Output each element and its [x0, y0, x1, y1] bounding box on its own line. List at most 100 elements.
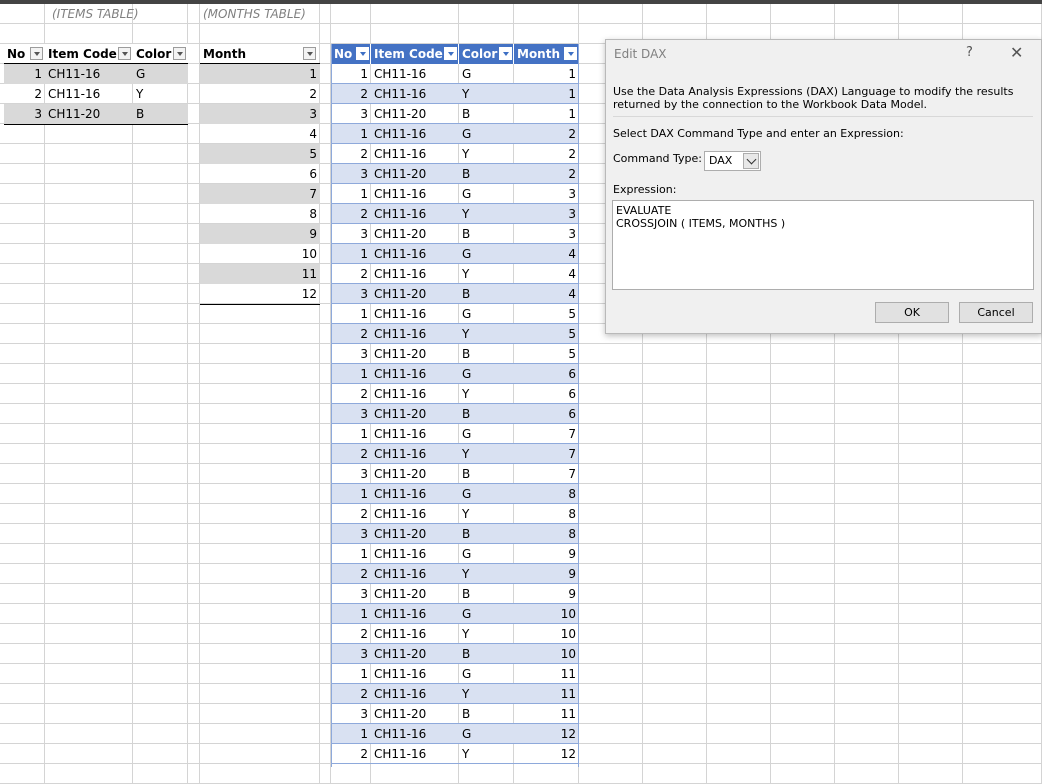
filter-dropdown-icon[interactable]	[303, 47, 316, 60]
grid-cell	[707, 744, 771, 764]
grid-cell	[579, 344, 643, 364]
grid-cell	[45, 224, 133, 244]
grid-cell	[963, 604, 1042, 624]
chevron-down-icon[interactable]	[743, 153, 759, 169]
grid-cell	[835, 404, 899, 424]
grid-cell	[643, 764, 707, 784]
result-code-cell: CH11-16	[374, 327, 427, 341]
close-icon[interactable]: ✕	[1010, 43, 1023, 62]
expression-textarea[interactable]: EVALUATE CROSSJOIN ( ITEMS, MONTHS )	[612, 200, 1034, 290]
grid-cell	[188, 244, 200, 264]
grid-cell	[0, 644, 45, 664]
items-no-cell: 2	[34, 87, 42, 101]
grid-cell	[188, 684, 200, 704]
grid-cell	[200, 664, 320, 684]
grid-cell	[188, 584, 200, 604]
command-type-select[interactable]: DAX	[704, 151, 761, 171]
months-value-cell: 6	[309, 167, 317, 181]
result-color-cell: G	[462, 727, 472, 741]
grid-cell	[320, 764, 331, 784]
grid-cell	[320, 584, 331, 604]
filter-dropdown-icon[interactable]	[30, 47, 43, 60]
result-color-cell: Y	[462, 627, 470, 641]
grid-cell	[579, 744, 643, 764]
grid-cell	[579, 4, 643, 24]
grid-cell	[899, 384, 963, 404]
filter-dropdown-icon[interactable]	[564, 47, 577, 60]
grid-cell	[579, 644, 643, 664]
grid-cell	[331, 4, 371, 24]
grid-cell	[579, 444, 643, 464]
filter-dropdown-icon[interactable]	[173, 47, 186, 60]
months-bottom-border	[200, 304, 320, 305]
help-icon[interactable]: ?	[966, 45, 973, 60]
grid-cell	[643, 344, 707, 364]
result-month-cell: 11	[560, 687, 576, 701]
grid-cell	[188, 64, 200, 84]
filter-dropdown-icon[interactable]	[499, 47, 512, 60]
result-month-cell: 6	[568, 367, 576, 381]
result-code-cell: CH11-20	[374, 647, 427, 661]
result-code-cell: CH11-20	[374, 347, 427, 361]
grid-cell	[188, 384, 200, 404]
result-no-cell: 1	[360, 487, 368, 501]
months-value-cell: 9	[309, 227, 317, 241]
grid-cell	[320, 544, 331, 564]
result-month-cell: 3	[568, 227, 576, 241]
grid-cell	[643, 484, 707, 504]
grid-cell	[579, 724, 643, 744]
result-code-cell: CH11-20	[374, 407, 427, 421]
months-header-cell: Month	[203, 47, 247, 61]
grid-cell	[771, 344, 835, 364]
grid-cell	[835, 4, 899, 24]
grid-cell	[320, 444, 331, 464]
result-month-cell: 10	[560, 627, 576, 641]
grid-cell	[188, 484, 200, 504]
grid-cell	[200, 484, 320, 504]
grid-cell	[963, 624, 1042, 644]
grid-cell	[707, 624, 771, 644]
grid-cell	[200, 724, 320, 744]
result-color-cell: B	[462, 407, 471, 421]
grid-cell	[45, 724, 133, 744]
grid-cell	[188, 4, 200, 24]
result-code-cell: CH11-16	[374, 487, 427, 501]
grid-cell	[0, 304, 45, 324]
cancel-button[interactable]: Cancel	[959, 302, 1033, 323]
grid-cell	[771, 624, 835, 644]
grid-cell	[899, 604, 963, 624]
grid-cell	[579, 684, 643, 704]
grid-cell	[835, 624, 899, 644]
grid-cell	[320, 144, 331, 164]
filter-dropdown-icon[interactable]	[118, 47, 131, 60]
result-color-cell: G	[462, 187, 472, 201]
grid-cell	[643, 364, 707, 384]
grid-cell	[771, 444, 835, 464]
grid-cell	[643, 384, 707, 404]
result-color-cell: Y	[462, 267, 470, 281]
filter-dropdown-icon[interactable]	[444, 47, 457, 60]
grid-cell	[188, 624, 200, 644]
months-table-caption: (MONTHS TABLE)	[203, 7, 306, 21]
grid-cell	[579, 664, 643, 684]
grid-cell	[133, 444, 188, 464]
grid-cell	[771, 684, 835, 704]
result-color-cell: G	[462, 367, 472, 381]
grid-cell	[45, 744, 133, 764]
result-left-border	[331, 44, 332, 767]
grid-cell	[188, 764, 200, 784]
result-color-cell: G	[462, 67, 472, 81]
result-color-cell: B	[462, 107, 471, 121]
grid-cell	[0, 384, 45, 404]
ok-button[interactable]: OK	[875, 302, 949, 323]
grid-cell	[133, 464, 188, 484]
grid-cell	[643, 424, 707, 444]
result-color-cell: Y	[462, 207, 470, 221]
result-code-cell: CH11-16	[374, 367, 427, 381]
grid-cell	[643, 564, 707, 584]
grid-cell	[320, 524, 331, 544]
filter-dropdown-icon[interactable]	[356, 47, 369, 60]
grid-cell	[771, 384, 835, 404]
grid-cell	[707, 564, 771, 584]
grid-cell	[963, 424, 1042, 444]
